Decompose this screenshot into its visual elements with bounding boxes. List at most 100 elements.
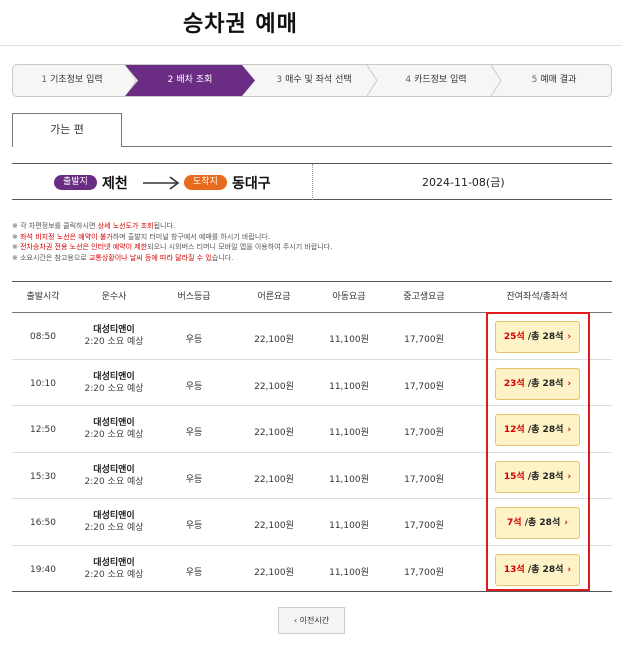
header-bus-grade: 버스등급 (177, 292, 211, 302)
arrow-right-icon (143, 176, 180, 190)
route-summary: 출발지 제천 도착지 동대구 2024-11-08(금) (12, 163, 612, 200)
header-company: 운수사 (101, 292, 127, 302)
trip-duration: 2:20 소요 예상 (84, 337, 144, 347)
company-name: 대성티앤이 (93, 418, 135, 428)
adult-fare: 22,100원 (254, 567, 294, 578)
trip-duration: 2:20 소요 예상 (84, 523, 144, 533)
notice-text: 하며 출발지 터미널 창구에서 예매를 하시기 바랍니다. (112, 232, 270, 241)
notice-highlight: 좌석 비지정 노선은 예약이 불가 (20, 232, 113, 241)
step-3: 3 매수 및 좌석 선택 (253, 65, 375, 96)
step-3-label: 매수 및 좌석 선택 (285, 75, 352, 85)
company-cell: 대성티앤이 2:20 소요 예상 (74, 557, 154, 581)
departure-badge: 출발지 (54, 175, 97, 190)
company-cell: 대성티앤이 2:20 소요 예상 (74, 510, 154, 534)
adult-fare: 22,100원 (254, 428, 294, 438)
company-name: 대성티앤이 (93, 464, 135, 475)
adult-fare: 22,100원 (254, 335, 294, 345)
departure-time: 19:40 (30, 564, 56, 575)
table-header: 출발시각 운수사 버스등급 어른요금 아동요금 중고생요금 잔여좌석/총좌석 (12, 282, 612, 313)
step-2-num: 2 (167, 75, 174, 85)
step-1-num: 1 (41, 75, 48, 85)
bus-grade: 우등 (185, 521, 203, 531)
step-5: 5 예매 결과 (497, 65, 611, 96)
header-adult-fare: 어른요금 (257, 292, 291, 302)
route-divider (312, 164, 313, 200)
notice-text: 습니다. (211, 253, 234, 262)
company-name: 대성티앤이 (93, 511, 135, 521)
notice-text: ※ 소요시간은 참고용으로 (12, 253, 89, 262)
previous-time-button[interactable]: ‹ 이전시간 (278, 607, 345, 634)
tab-outbound[interactable]: 가는 편 (12, 113, 122, 147)
bus-grade: 우등 (185, 567, 203, 578)
step-1-label: 기초정보 입력 (50, 75, 103, 85)
student-fare: 17,700원 (404, 381, 444, 392)
trip-duration: 2:20 소요 예상 (84, 430, 144, 440)
notice-text: 됩니다. (153, 222, 176, 230)
departure-city: 제천 (102, 176, 128, 192)
tab-underline (121, 146, 612, 147)
departure-time: 08:50 (30, 332, 56, 342)
step-3-num: 3 (276, 75, 283, 85)
step-4: 4 카드정보 입력 (375, 65, 497, 96)
notice-list: ※ 각 차편정보를 클릭하시면 상세 노선도가 조회됩니다. ※ 좌석 비지정 … (12, 221, 332, 263)
trip-duration: 2:20 소요 예상 (84, 569, 144, 580)
previous-time-label: 이전시간 (299, 616, 330, 625)
child-fare: 11,100원 (329, 335, 369, 345)
company-name: 대성티앤이 (93, 371, 135, 382)
chevron-left-icon: ‹ (293, 616, 298, 625)
step-2-label: 배차 조회 (176, 75, 213, 85)
notice-item: ※ 전차승차권 전용 노선은 인터넷 예약이 제한되오니 시외버스 티머니 모바… (12, 242, 332, 253)
notice-highlight: 전차승차권 전용 노선은 인터넷 예약이 제한 (20, 243, 148, 251)
step-2: 2 배차 조회 (125, 65, 255, 96)
header-departure-time: 출발시각 (26, 292, 60, 302)
step-4-num: 4 (405, 75, 412, 85)
student-fare: 17,700원 (404, 521, 444, 531)
step-5-num: 5 (531, 75, 538, 85)
departure-date: 2024-11-08(금) (422, 176, 505, 189)
arrival-badge: 도착지 (184, 175, 227, 190)
company-cell: 대성티앤이 2:20 소요 예상 (74, 324, 154, 348)
notice-item: ※ 좌석 비지정 노선은 예약이 불가하며 출발지 터미널 창구에서 예매를 하… (12, 232, 332, 243)
student-fare: 17,700원 (404, 567, 444, 578)
adult-fare: 22,100원 (254, 521, 294, 531)
company-cell: 대성티앤이 2:20 소요 예상 (74, 417, 154, 441)
step-progress: 1 기초정보 입력 2 배차 조회 3 매수 및 좌석 선택 4 카드정보 입력 5 예매… (12, 64, 612, 97)
student-fare: 17,700원 (404, 474, 444, 485)
title-divider (0, 45, 622, 46)
arrival-city: 동대구 (232, 176, 271, 192)
departure-time: 15:30 (30, 471, 56, 482)
notice-text: ※ 각 차편정보를 클릭하시면 (12, 222, 98, 230)
header-seats: 잔여좌석/총좌석 (506, 292, 568, 302)
adult-fare: 22,100원 (254, 381, 294, 392)
adult-fare: 22,100원 (254, 474, 294, 485)
notice-text: ※ (12, 232, 21, 241)
trip-duration: 2:20 소요 예상 (84, 476, 144, 487)
notice-highlight: 교통상황이나 날씨 등에 따라 달라질 수 있 (88, 253, 212, 262)
notice-highlight: 상세 노선도가 조회 (97, 222, 154, 230)
departure-time: 12:50 (30, 425, 56, 435)
child-fare: 11,100원 (329, 381, 369, 392)
child-fare: 11,100원 (329, 521, 369, 531)
departure-time: 16:50 (30, 518, 56, 528)
header-student-fare: 중고생요금 (403, 292, 445, 302)
header-child-fare: 아동요금 (332, 292, 366, 302)
child-fare: 11,100원 (329, 474, 369, 485)
step-5-label: 예매 결과 (540, 75, 577, 85)
departure-time: 10:10 (30, 378, 56, 389)
notice-item: ※ 소요시간은 참고용으로 교통상황이나 날씨 등에 따라 달라질 수 있습니다… (12, 253, 332, 264)
notice-item: ※ 각 차편정보를 클릭하시면 상세 노선도가 조회됩니다. (12, 221, 332, 232)
seat-column-highlight (486, 312, 590, 591)
company-cell: 대성티앤이 2:20 소요 예상 (74, 371, 154, 395)
child-fare: 11,100원 (329, 428, 369, 438)
page-title: 승차권 예매 (183, 12, 298, 37)
bus-grade: 우등 (185, 428, 203, 438)
company-cell: 대성티앤이 2:20 소요 예상 (74, 464, 154, 488)
trip-duration: 2:20 소요 예상 (84, 383, 144, 394)
step-1: 1 기초정보 입력 (13, 65, 131, 96)
notice-text: 되오니 시외버스 티머니 모바일 앱을 이용하여 주시기 바랍니다. (147, 243, 333, 251)
bus-grade: 우등 (185, 335, 203, 345)
step-4-label: 카드정보 입력 (414, 75, 467, 85)
student-fare: 17,700원 (404, 428, 444, 438)
bus-grade: 우등 (185, 381, 203, 392)
bus-grade: 우등 (185, 474, 203, 485)
